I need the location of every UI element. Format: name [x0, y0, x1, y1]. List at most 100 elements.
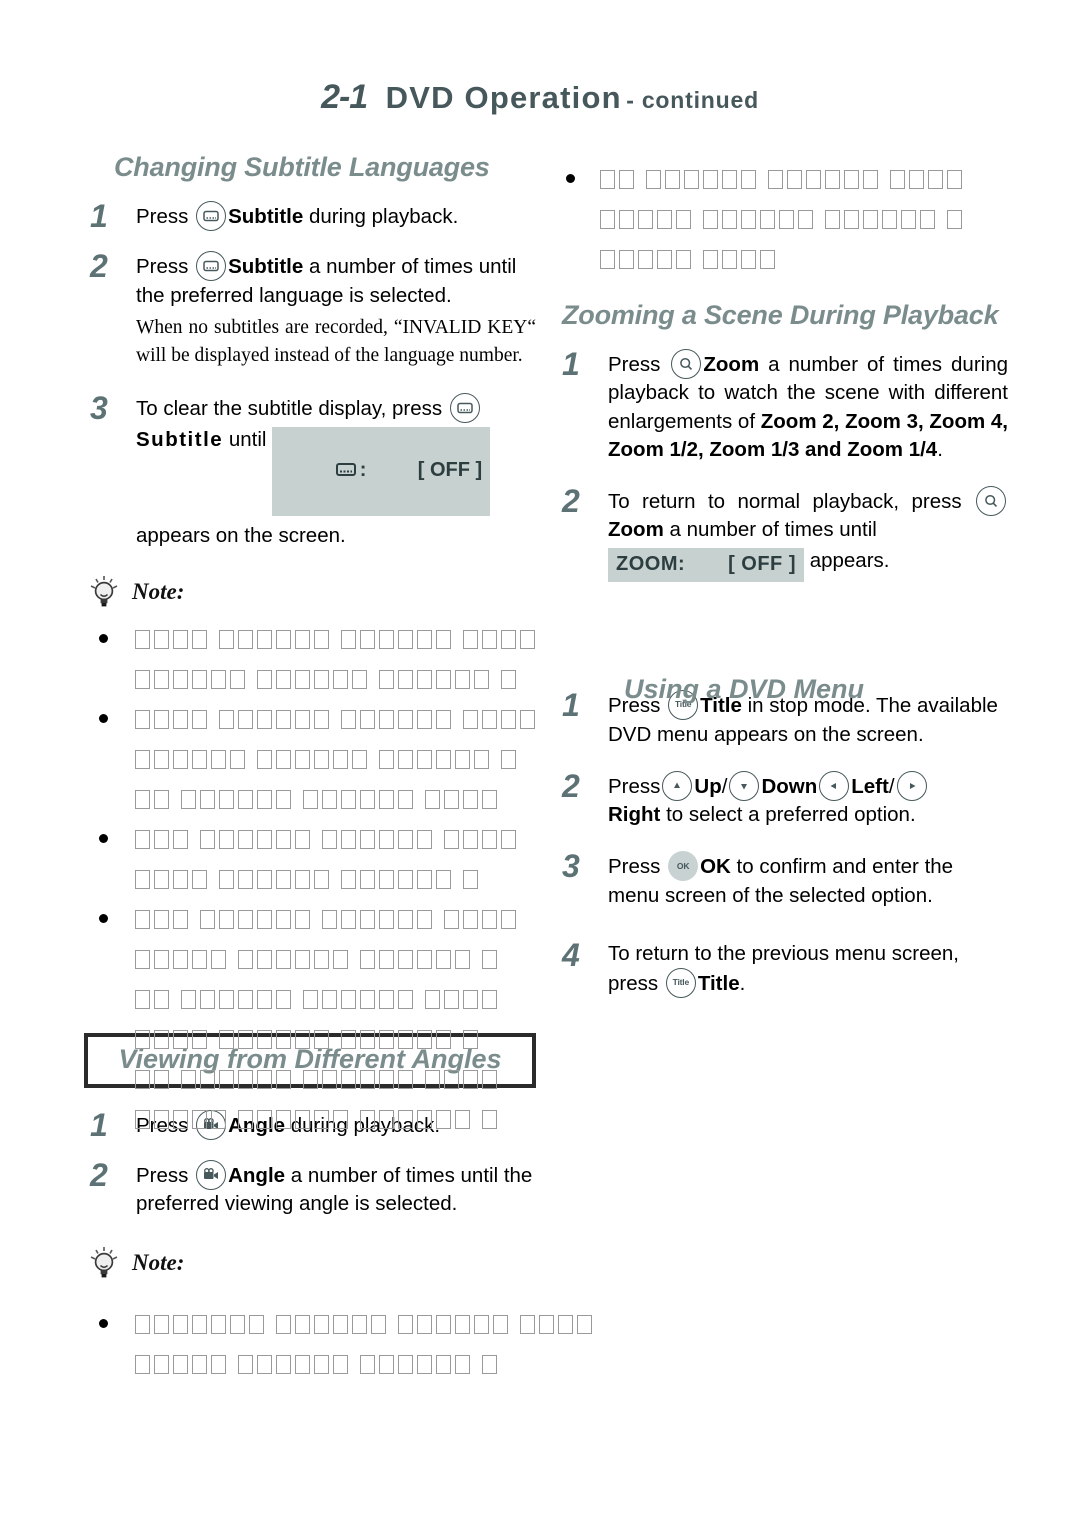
osd-label: ZOOM: [616, 552, 686, 575]
ok-icon-label: OK [676, 860, 690, 871]
zoom-icon[interactable] [671, 349, 702, 379]
step-press-word: Press [608, 353, 661, 376]
arrow-right-icon[interactable] [896, 770, 927, 801]
subtitle-invalid-key-note: When no subtitles are recorded, “INVALID… [136, 316, 536, 366]
step-number: 2 [90, 1156, 108, 1193]
missing-glyph-box [473, 1315, 489, 1334]
step-number: 1 [90, 198, 108, 234]
step-subtitle-2: 2 Press Subtitle a number of times until… [84, 248, 536, 369]
step-key-label: Subtitle [228, 255, 304, 279]
step-key-label: Zoom [608, 518, 664, 542]
heading-zooming-a-scene-during-playback: Zooming a Scene During Playback [562, 300, 999, 330]
step-key-label: Angle [228, 1163, 286, 1187]
note-label: Note: [132, 1250, 185, 1276]
missing-glyph-box [173, 1355, 188, 1374]
key-label-up: Up [694, 774, 722, 798]
arrow-up-icon[interactable] [662, 770, 693, 801]
step-angle-2: 2 Press Angle a number of times until th… [84, 1157, 536, 1219]
missing-glyph-box [454, 1315, 470, 1334]
step-press-word: Press [136, 255, 189, 279]
missing-glyph-box [230, 1315, 245, 1334]
missing-glyph-box [397, 1355, 413, 1374]
key-label-right: Right [608, 803, 661, 827]
step-text-after: appears. [804, 548, 890, 572]
page-section-number: 2-1 [321, 78, 368, 116]
note-bullet [566, 174, 575, 183]
note-bullet [99, 1319, 108, 1328]
missing-glyph-box [370, 1315, 386, 1334]
osd-zoom-off-indicator: ZOOM: [ OFF ] [608, 547, 804, 583]
step-key-label: Subtitle [136, 427, 224, 451]
step-number: 1 [90, 1106, 108, 1143]
step-press-word: Press [136, 205, 189, 228]
note-bottom: Note: [84, 1247, 536, 1284]
step-text-after: appears on the screen. [136, 524, 346, 548]
missing-glyph-box [313, 1355, 329, 1374]
page-header: 2-1 DVD Operation - continued [0, 78, 1080, 117]
missing-glyph-box [538, 1315, 554, 1334]
missing-glyph-box [359, 1355, 375, 1374]
page-title-suffix: - continued [626, 87, 759, 113]
step-number: 2 [90, 248, 108, 285]
missing-glyph-box [332, 1355, 348, 1374]
step-subtitle-1: 1 Press Subtitle during playback. [84, 198, 536, 234]
missing-glyph-box [294, 1315, 310, 1334]
missing-glyph-box [275, 1355, 291, 1374]
subtitle-icon[interactable] [196, 251, 227, 282]
ok-icon[interactable]: OK [668, 851, 699, 882]
title-icon[interactable]: Title [665, 968, 696, 999]
note-label: Note: [132, 578, 185, 604]
osd-value: [ OFF ] [728, 552, 796, 575]
step-text-after: . [739, 972, 746, 996]
step-number: 2 [562, 483, 580, 520]
unrendered-note-paragraph [135, 1305, 1035, 1385]
missing-glyph-box [481, 1355, 497, 1374]
step-number: 2 [562, 767, 580, 804]
heading-viewing-from-different-angles: Viewing from Different Angles [84, 1032, 536, 1088]
step-number: 3 [562, 848, 580, 885]
step-zoom-2: 2 To return to normal playback, press Zo… [556, 483, 1008, 583]
step-key-label: Title [697, 972, 740, 996]
angle-camera-icon[interactable] [196, 1159, 227, 1190]
step-press-word: Press [136, 1113, 189, 1137]
left-column: Changing Subtitle Languages 1 Press Subt… [84, 152, 536, 1284]
arrow-down-icon[interactable] [729, 770, 760, 801]
missing-glyph-box [192, 1315, 207, 1334]
step-number: 1 [562, 687, 580, 724]
title-icon-label: Title [672, 977, 690, 988]
step-zoom-1: 1 Press Zoom a number of times during pl… [556, 346, 1008, 464]
missing-glyph-box [435, 1355, 451, 1374]
missing-glyph-box [173, 1315, 188, 1334]
missing-glyph-box [211, 1315, 226, 1334]
missing-glyph-box [519, 1315, 535, 1334]
note-bullet [99, 634, 108, 643]
subtitle-icon[interactable] [196, 201, 227, 231]
zoom-icon[interactable] [976, 486, 1006, 517]
missing-glyph-box [313, 1315, 329, 1334]
step-number: 4 [562, 936, 580, 973]
missing-glyph-box [332, 1315, 348, 1334]
missing-glyph-box [416, 1355, 432, 1374]
subtitle-icon[interactable] [449, 393, 480, 424]
step-text-before: To return to normal playback, press [608, 490, 974, 514]
missing-glyph-box [492, 1315, 508, 1334]
missing-glyph-box [378, 1355, 394, 1374]
note-bullet [99, 834, 108, 843]
step-press-word: Press [608, 855, 661, 879]
heading-changing-subtitle-languages: Changing Subtitle Languages [114, 152, 490, 182]
missing-glyph-box [135, 1315, 150, 1334]
step-key-label: Subtitle [228, 205, 304, 228]
missing-glyph-box [557, 1315, 573, 1334]
lightbulb-icon [84, 1244, 124, 1289]
arrow-left-icon[interactable] [819, 770, 850, 801]
step-text-after: a number of times until the preferred la… [136, 255, 517, 307]
missing-glyph-box [154, 1315, 169, 1334]
step-subtitle-3: 3 To clear the subtitle display, press S… [84, 390, 536, 550]
step-number: 1 [562, 346, 580, 382]
missing-glyph-box [256, 1355, 272, 1374]
osd-colon: : [359, 459, 367, 482]
step-press-word: Press [136, 1163, 189, 1187]
angle-camera-icon[interactable] [196, 1109, 227, 1140]
missing-glyph-box [237, 1355, 253, 1374]
step-press-word: Press [608, 774, 661, 798]
